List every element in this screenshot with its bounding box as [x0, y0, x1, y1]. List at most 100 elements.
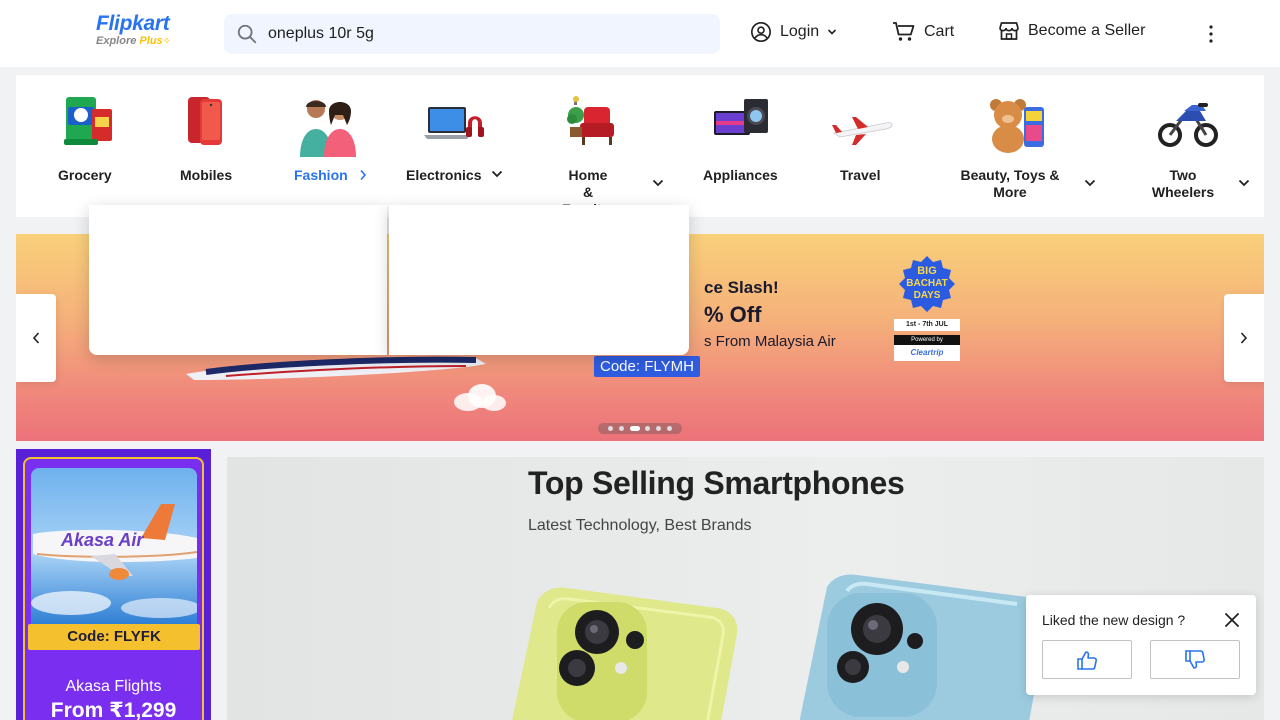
sale-badge-icon: BIG BACHAT DAYS	[899, 256, 955, 312]
logo-subtitle: Explore Plus✧	[96, 35, 171, 47]
promo-title: ce Slash!	[704, 278, 779, 297]
category-two-wheelers[interactable]: Two Wheelers	[1150, 75, 1260, 217]
cart-icon	[893, 22, 915, 41]
category-appliances[interactable]: Appliances	[702, 75, 782, 217]
ad-title: Akasa Flights	[65, 678, 162, 695]
become-seller-link[interactable]: Become a Seller	[998, 21, 1145, 41]
category-travel[interactable]: Travel	[830, 75, 900, 217]
grocery-icon	[54, 93, 118, 157]
fashion-dropdown-panel	[89, 205, 387, 355]
promo-code-badge: Code: FLYMH	[594, 356, 700, 377]
category-label: Two Wheelers	[1150, 167, 1216, 201]
carousel-dot[interactable]	[618, 426, 624, 431]
partner-brand: Cleartrip	[894, 345, 960, 361]
carousel-prev-button[interactable]	[16, 294, 56, 382]
carousel-dot[interactable]	[667, 426, 673, 431]
chevron-right-icon	[1240, 332, 1248, 344]
category-home-furniture[interactable]: Home &Furniture	[552, 75, 668, 217]
toys-icon	[986, 93, 1050, 157]
banner-subtitle: Latest Technology, Best Brands	[528, 517, 752, 534]
furniture-icon	[560, 93, 624, 157]
category-label: Electronics	[406, 167, 482, 183]
label-line2: Wheelers	[1151, 184, 1215, 200]
svg-text:Akasa Air: Akasa Air	[60, 530, 144, 550]
smartphone-blue-image	[799, 574, 1048, 720]
chevron-right-icon	[360, 169, 367, 181]
category-strip: Grocery Mobiles Fashion Electronics Home…	[16, 75, 1264, 217]
store-icon	[999, 22, 1019, 40]
chevron-down-icon	[1238, 179, 1250, 187]
login-label: Login	[780, 23, 820, 40]
sale-date: 1st - 7th JUL	[894, 319, 960, 331]
seller-label: Become a Seller	[1028, 22, 1146, 39]
chevron-down-icon	[828, 29, 837, 35]
flipkart-logo[interactable]: Flipkart Explore Plus✧	[96, 12, 171, 47]
chevron-down-icon	[652, 179, 664, 187]
logo-text: Flipkart	[96, 12, 170, 35]
chevron-down-icon	[1084, 179, 1096, 187]
ad-sky-image: Akasa Air	[31, 468, 197, 624]
thumbs-down-icon	[1185, 649, 1206, 669]
carousel-next-button[interactable]	[1224, 294, 1264, 382]
category-label: Grocery	[58, 167, 112, 183]
category-beauty-toys[interactable]: Beauty, Toys & More	[956, 75, 1106, 217]
cloud-image	[454, 384, 506, 411]
laptop-icon	[422, 93, 486, 157]
category-label: Beauty, Toys & More	[958, 167, 1062, 201]
motorcycle-icon	[1156, 93, 1220, 157]
carousel-dot[interactable]	[656, 426, 662, 431]
fashion-icon	[296, 93, 360, 157]
category-mobiles[interactable]: Mobiles	[174, 75, 244, 217]
carousel-dot[interactable]	[607, 426, 613, 431]
label-line1: Beauty, Toys &	[960, 167, 1060, 183]
category-label: Fashion	[294, 167, 348, 183]
category-label: Mobiles	[180, 167, 233, 183]
more-options-icon[interactable]	[1200, 22, 1222, 46]
akasa-flights-ad[interactable]: Akasa Air Code: FLYFK Akasa Flights From…	[16, 449, 211, 720]
category-fashion[interactable]: Fashion	[294, 75, 374, 217]
banner-title: Top Selling Smartphones	[528, 465, 905, 501]
category-label: Travel	[840, 167, 881, 183]
fashion-subcategory-panel	[389, 205, 689, 355]
category-grocery[interactable]: Grocery	[46, 75, 126, 217]
label-line1: Home &	[568, 167, 608, 200]
carousel-dot[interactable]	[645, 426, 651, 431]
promo-discount: % Off	[704, 302, 762, 327]
cart-link[interactable]: Cart	[892, 21, 954, 43]
appliances-icon	[708, 93, 772, 157]
feedback-question: Liked the new design ?	[1042, 612, 1186, 628]
search-bar[interactable]	[224, 14, 720, 54]
svg-text:DAYS: DAYS	[914, 290, 941, 301]
svg-text:BIG: BIG	[917, 265, 937, 277]
plus-star-icon: ✧	[162, 36, 172, 47]
logo-plus: Plus	[139, 35, 163, 47]
svg-text:BACHAT: BACHAT	[906, 278, 947, 289]
powered-by-label: Powered by	[894, 335, 960, 345]
chevron-down-icon	[491, 170, 503, 178]
mobile-phone-icon	[174, 93, 238, 157]
label-line1: Two	[1169, 167, 1197, 183]
close-icon[interactable]	[1222, 610, 1242, 630]
promo-subtitle: s From Malaysia Air	[704, 333, 836, 350]
login-menu[interactable]: Login	[750, 21, 837, 43]
carousel-dot-active[interactable]	[629, 426, 640, 431]
airplane-icon	[830, 93, 894, 157]
carousel-indicator	[598, 423, 682, 434]
thumbs-down-button[interactable]	[1150, 640, 1240, 679]
chevron-left-icon	[32, 332, 40, 344]
label-line2: More	[993, 184, 1027, 200]
feedback-popup: Liked the new design ?	[1026, 595, 1256, 695]
top-header: Flipkart Explore Plus✧ Login Cart Become…	[0, 0, 1280, 67]
category-electronics[interactable]: Electronics	[404, 75, 504, 217]
category-label: Appliances	[703, 167, 778, 183]
logo-explore: Explore	[96, 35, 137, 47]
big-bachat-days-badge: BIG BACHAT DAYS 1st - 7th JUL Powered by…	[894, 254, 960, 372]
ad-price: From ₹1,299	[50, 699, 177, 720]
search-input[interactable]	[268, 14, 708, 54]
smartphone-green-image	[512, 587, 738, 720]
ad-card: Akasa Air Code: FLYFK Akasa Flights From…	[23, 457, 204, 720]
akasa-plane-image: Akasa Air	[31, 504, 197, 618]
thumbs-up-button[interactable]	[1042, 640, 1132, 679]
user-icon	[751, 22, 771, 42]
cart-label: Cart	[924, 23, 955, 40]
